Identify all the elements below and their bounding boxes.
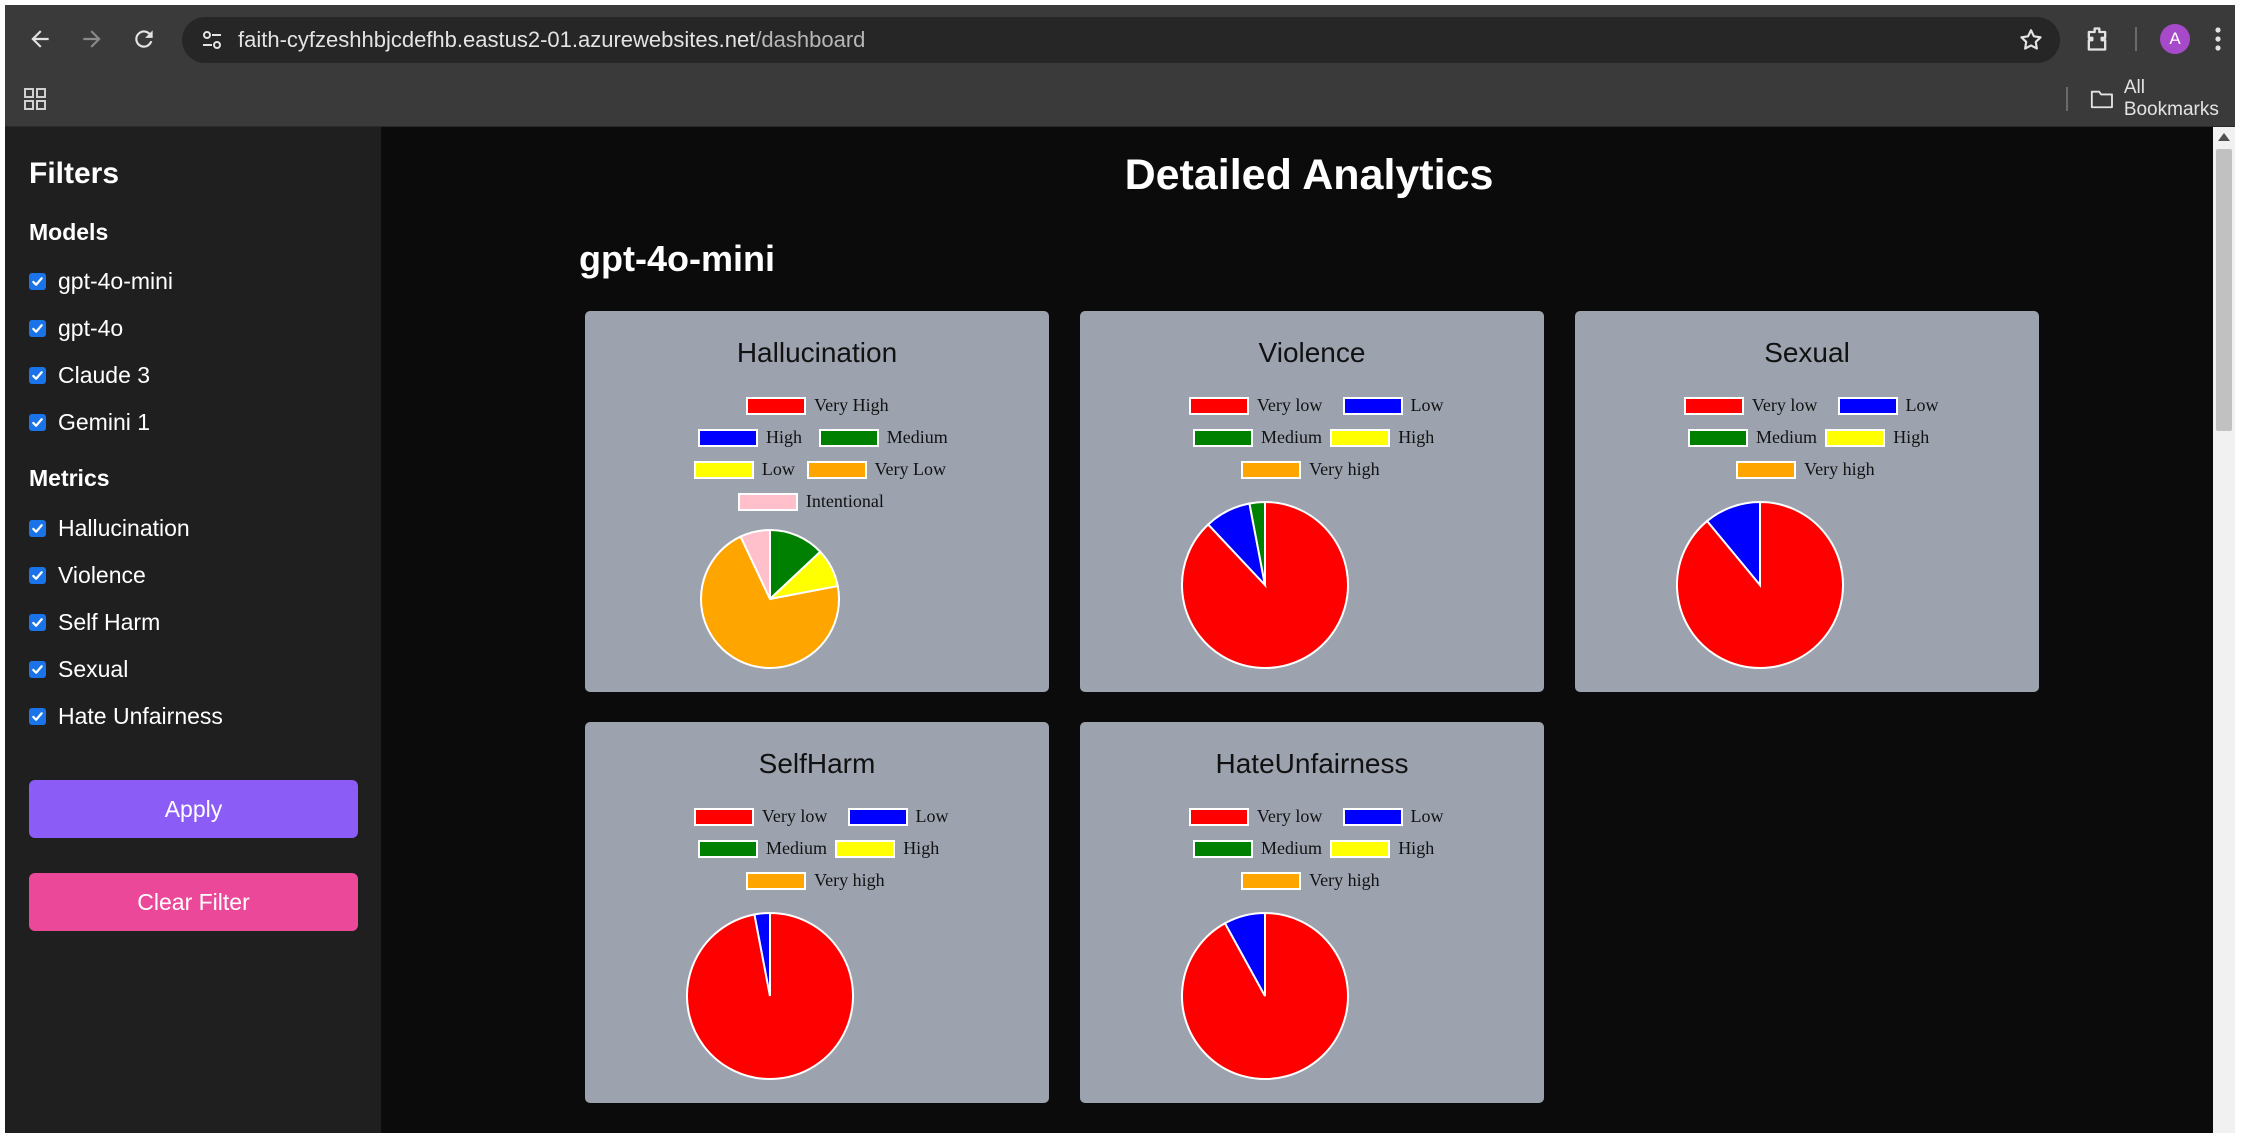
browser-toolbar: faith-cyfzeshhbjcdefhb.eastus2-01.azurew… <box>5 5 2235 73</box>
url-path: /dashboard <box>755 27 866 52</box>
bookmarks-bar: All Bookmarks <box>5 73 2235 127</box>
metrics-checkbox-label: Self Harm <box>58 608 161 635</box>
model-section-title: gpt-4o-mini <box>579 238 775 279</box>
pie-chart <box>686 911 854 1080</box>
pie-chart <box>1181 500 1349 669</box>
pie-chart <box>700 528 840 669</box>
metrics-checkbox-label: Hallucination <box>58 514 190 541</box>
profile-avatar[interactable]: A <box>2160 24 2190 54</box>
metrics-checkbox-violence[interactable]: Violence <box>29 560 146 590</box>
checkbox-checked-icon[interactable] <box>29 272 46 290</box>
checkbox-checked-icon[interactable] <box>29 519 46 537</box>
scroll-thumb[interactable] <box>2216 149 2232 431</box>
metrics-heading: Metrics <box>29 465 110 491</box>
metrics-checkbox-hallucination[interactable]: Hallucination <box>29 513 190 543</box>
models-checkbox-label: gpt-4o <box>58 314 124 341</box>
models-checkbox-gpt-4o-mini[interactable]: gpt-4o-mini <box>29 266 173 296</box>
clear-filter-button[interactable]: Clear Filter <box>29 873 358 931</box>
extensions-icon[interactable] <box>2083 25 2111 53</box>
filters-title: Filters <box>29 157 120 190</box>
models-checkbox-gemini-1[interactable]: Gemini 1 <box>29 407 150 437</box>
chart-card-sexual: Sexual Very low Low Medium High Very high <box>1575 311 2039 692</box>
metrics-checkbox-self-harm[interactable]: Self Harm <box>29 607 160 637</box>
apply-button[interactable]: Apply <box>29 780 358 838</box>
models-checkbox-label: gpt-4o-mini <box>58 267 174 294</box>
filters-sidebar: Filters Models gpt-4o-mini gpt-4o Claude 3… <box>5 127 381 1133</box>
models-checkbox-gpt-4o[interactable]: gpt-4o <box>29 313 123 343</box>
chart-card-violence: Violence Very low Low Medium High Very high <box>1080 311 1544 692</box>
back-button[interactable] <box>23 22 57 56</box>
bookmark-star-icon[interactable] <box>2018 27 2044 53</box>
all-bookmarks-button[interactable]: All Bookmarks <box>2090 77 2235 120</box>
checkbox-checked-icon[interactable] <box>29 413 46 431</box>
pie-chart <box>1676 500 1844 669</box>
arrow-left-icon <box>31 30 49 48</box>
folder-icon <box>2090 90 2113 109</box>
browser-window: faith-cyfzeshhbjcdefhb.eastus2-01.azurew… <box>5 5 2235 1133</box>
models-checkbox-claude-3[interactable]: Claude 3 <box>29 360 150 390</box>
chart-card-selfharm: SelfHarm Very low Low Medium High Very high <box>585 722 1049 1103</box>
models-checkbox-label: Claude 3 <box>58 361 151 388</box>
checkbox-checked-icon[interactable] <box>29 366 46 384</box>
toolbar-divider <box>2135 27 2137 51</box>
checkbox-checked-icon[interactable] <box>29 613 46 631</box>
scroll-up-arrow-icon[interactable] <box>2218 133 2230 141</box>
all-bookmarks-label: All Bookmarks <box>2123 77 2219 120</box>
more-options-icon[interactable] <box>2213 25 2223 53</box>
reload-icon <box>135 30 153 48</box>
checkbox-checked-icon[interactable] <box>29 707 46 725</box>
metrics-checkbox-sexual[interactable]: Sexual <box>29 654 128 684</box>
address-bar[interactable]: faith-cyfzeshhbjcdefhb.eastus2-01.azurew… <box>182 17 2060 63</box>
metrics-checkbox-label: Hate Unfairness <box>58 702 223 729</box>
metrics-checkbox-label: Sexual <box>58 655 129 682</box>
checkbox-checked-icon[interactable] <box>29 660 46 678</box>
pie-chart <box>1181 911 1349 1080</box>
metrics-checkbox-hate-unfairness[interactable]: Hate Unfairness <box>29 701 223 731</box>
models-heading: Models <box>29 219 109 245</box>
checkbox-checked-icon[interactable] <box>29 566 46 584</box>
checkbox-checked-icon[interactable] <box>29 319 46 337</box>
bookmarks-divider <box>2066 87 2068 111</box>
url-host: faith-cyfzeshhbjcdefhb.eastus2-01.azurew… <box>238 27 756 52</box>
apps-grid-icon[interactable] <box>23 87 47 111</box>
models-checkbox-label: Gemini 1 <box>58 408 151 435</box>
forward-button[interactable] <box>75 22 109 56</box>
page-scrollbar[interactable] <box>2213 127 2235 1133</box>
main-content: Detailed Analytics gpt-4o-mini Hallucina… <box>381 127 2235 1133</box>
metrics-checkbox-label: Violence <box>58 561 146 588</box>
page-title: Detailed Analytics <box>1124 151 1494 199</box>
arrow-right-icon <box>83 30 101 48</box>
chart-card-hateunfairness: HateUnfairness Very low Low Medium High Very … <box>1080 722 1544 1103</box>
site-info-icon[interactable] <box>200 28 224 52</box>
url-text[interactable]: faith-cyfzeshhbjcdefhb.eastus2-01.azurew… <box>238 27 865 53</box>
chart-card-hallucination: Hallucination Very High High Medium Low Very … <box>585 311 1049 692</box>
reload-button[interactable] <box>127 22 161 56</box>
